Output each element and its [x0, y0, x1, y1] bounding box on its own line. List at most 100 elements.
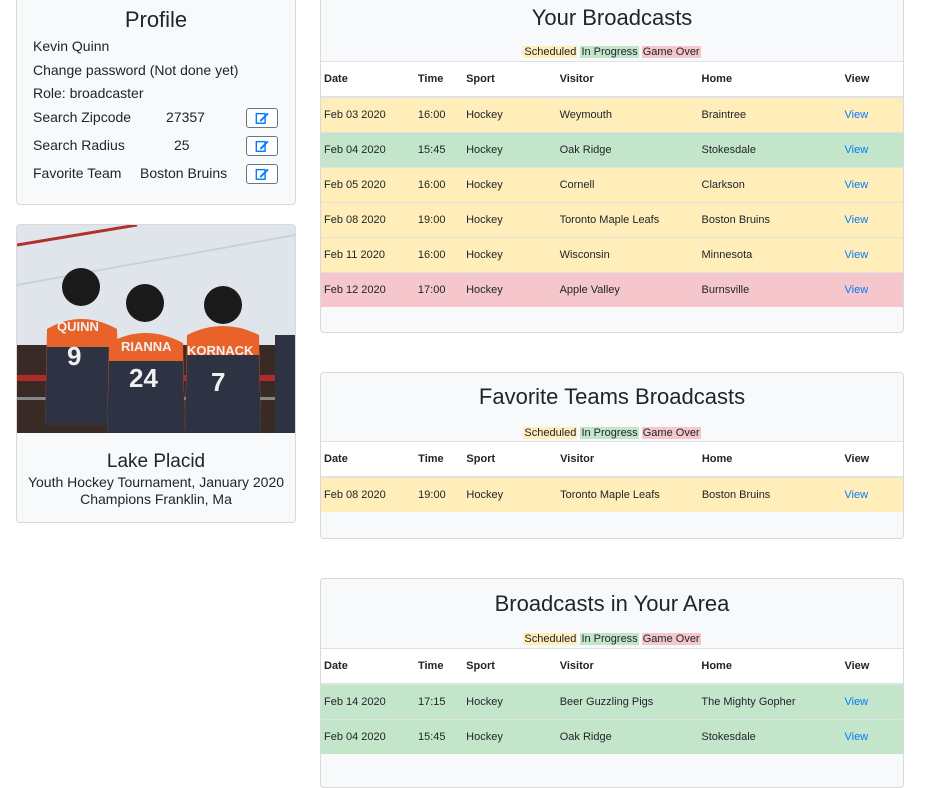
legend-in-progress: In Progress — [580, 46, 639, 58]
status-legend: Scheduled In Progress Game Over — [321, 427, 903, 440]
col-date: Date — [321, 61, 415, 98]
col-date: Date — [321, 648, 415, 685]
profile-title: Profile — [124, 7, 188, 32]
col-home: Home — [698, 61, 842, 98]
cell-sport: Hockey — [463, 237, 557, 273]
table-row: Feb 14 2020 17:15 Hockey Beer Guzzling P… — [321, 683, 903, 720]
edit-icon — [255, 140, 269, 152]
cell-time: 16:00 — [414, 237, 464, 273]
col-sport: Sport — [463, 61, 557, 98]
favorite-teams-card: Favorite Teams Broadcasts Scheduled In P… — [320, 372, 904, 539]
cell-date: Feb 08 2020 — [321, 476, 416, 512]
col-sport: Sport — [463, 441, 558, 478]
table-row: Feb 08 2020 19:00 Hockey Toronto Maple L… — [321, 476, 903, 512]
col-time: Time — [414, 61, 464, 98]
player-name-1: QUINN — [57, 319, 99, 334]
change-password-link[interactable]: Change password (Not done yet) — [33, 61, 238, 79]
edit-team-button[interactable] — [246, 164, 278, 184]
cell-time: 19:00 — [414, 202, 464, 238]
profile-role: Role: broadcaster — [33, 85, 144, 101]
player-number-1: 9 — [67, 341, 81, 371]
cell-date: Feb 11 2020 — [321, 237, 415, 273]
cell-time: 15:45 — [414, 719, 464, 754]
table-row: Feb 03 2020 16:00 Hockey Weymouth Braint… — [321, 96, 903, 133]
col-home: Home — [698, 648, 842, 685]
col-view: View — [841, 648, 903, 685]
edit-icon — [255, 112, 269, 124]
view-link[interactable]: View — [844, 489, 868, 501]
view-link[interactable]: View — [845, 284, 869, 296]
view-link[interactable]: View — [845, 214, 869, 226]
cell-date: Feb 05 2020 — [321, 167, 415, 203]
legend-game-over: Game Over — [641, 46, 701, 58]
photo-caption-1: Youth Hockey Tournament, January 2020 — [27, 474, 285, 490]
view-link[interactable]: View — [845, 179, 869, 191]
cell-sport: Hockey — [463, 132, 557, 168]
edit-radius-button[interactable] — [246, 136, 278, 156]
photo-card: QUINN 9 RIANNA 24 KORNACK 7 Lake Placid … — [16, 224, 296, 523]
cell-visitor: Weymouth — [556, 96, 699, 133]
radius-label: Search Radius — [33, 137, 125, 153]
cell-date: Feb 04 2020 — [321, 719, 415, 754]
cell-date: Feb 04 2020 — [321, 132, 415, 168]
col-visitor: Visitor — [556, 61, 699, 98]
legend-scheduled: Scheduled — [523, 46, 578, 58]
legend-in-progress: In Progress — [580, 427, 639, 439]
cell-visitor: Toronto Maple Leafs — [556, 202, 699, 238]
profile-name: Kevin Quinn — [33, 38, 110, 54]
cell-date: Feb 14 2020 — [321, 683, 415, 720]
edit-zipcode-button[interactable] — [246, 108, 278, 128]
col-home: Home — [698, 441, 842, 478]
cell-time: 16:00 — [414, 167, 464, 203]
legend-game-over: Game Over — [641, 633, 701, 645]
photo-title: Lake Placid — [106, 451, 206, 472]
col-view: View — [841, 441, 903, 478]
view-link[interactable]: View — [845, 144, 869, 156]
legend-scheduled: Scheduled — [523, 633, 578, 645]
broadcast-table: Date Time Sport Visitor Home View Feb 14… — [321, 648, 903, 754]
table-header-row: Date Time Sport Visitor Home View — [321, 648, 903, 685]
radius-value: 25 — [174, 137, 190, 153]
broadcast-table: Date Time Sport Visitor Home View Feb 03… — [321, 61, 903, 307]
table-row: Feb 05 2020 16:00 Hockey Cornell Clarkso… — [321, 167, 903, 203]
cell-sport: Hockey — [463, 96, 557, 133]
view-link[interactable]: View — [845, 249, 869, 261]
team-photo: QUINN 9 RIANNA 24 KORNACK 7 — [17, 225, 295, 433]
col-sport: Sport — [463, 648, 557, 685]
legend-in-progress: In Progress — [580, 633, 639, 645]
section-title: Your Broadcasts — [531, 5, 693, 30]
cell-home: Minnesota — [698, 237, 842, 273]
table-row: Feb 08 2020 19:00 Hockey Toronto Maple L… — [321, 202, 903, 238]
status-legend: Scheduled In Progress Game Over — [321, 633, 903, 646]
cell-home: Stokesdale — [698, 719, 842, 754]
table-row: Feb 04 2020 15:45 Hockey Oak Ridge Stoke… — [321, 719, 903, 754]
photo-caption-2: Champions Franklin, Ma — [80, 491, 232, 507]
cell-visitor: Apple Valley — [556, 272, 699, 307]
cell-time: 15:45 — [414, 132, 464, 168]
col-visitor: Visitor — [557, 441, 699, 478]
cell-visitor: Oak Ridge — [556, 132, 699, 168]
broadcast-table: Date Time Sport Visitor Home View Feb 08… — [321, 441, 903, 512]
cell-visitor: Wisconsin — [556, 237, 699, 273]
table-row: Feb 04 2020 15:45 Hockey Oak Ridge Stoke… — [321, 132, 903, 168]
area-broadcasts-card: Broadcasts in Your Area Scheduled In Pro… — [320, 578, 904, 788]
cell-time: 17:15 — [414, 683, 464, 720]
player-number-3: 7 — [211, 367, 225, 397]
team-value: Boston Bruins — [140, 165, 228, 181]
cell-home: Clarkson — [698, 167, 842, 203]
cell-sport: Hockey — [463, 476, 558, 512]
view-link[interactable]: View — [844, 731, 868, 743]
view-link[interactable]: View — [844, 696, 868, 708]
cell-home: Braintree — [698, 96, 842, 133]
table-header-row: Date Time Sport Visitor Home View — [321, 61, 903, 98]
profile-card: Profile Kevin Quinn Change password (Not… — [16, 0, 296, 205]
view-link[interactable]: View — [845, 109, 869, 121]
legend-scheduled: Scheduled — [523, 427, 578, 439]
cell-sport: Hockey — [463, 683, 557, 720]
cell-visitor: Beer Guzzling Pigs — [556, 683, 699, 720]
cell-sport: Hockey — [463, 719, 557, 754]
cell-home: Boston Bruins — [698, 202, 842, 238]
your-broadcasts-card: Your Broadcasts Scheduled In Progress Ga… — [320, 0, 904, 333]
status-legend: Scheduled In Progress Game Over — [321, 46, 903, 59]
player-number-2: 24 — [129, 363, 158, 393]
